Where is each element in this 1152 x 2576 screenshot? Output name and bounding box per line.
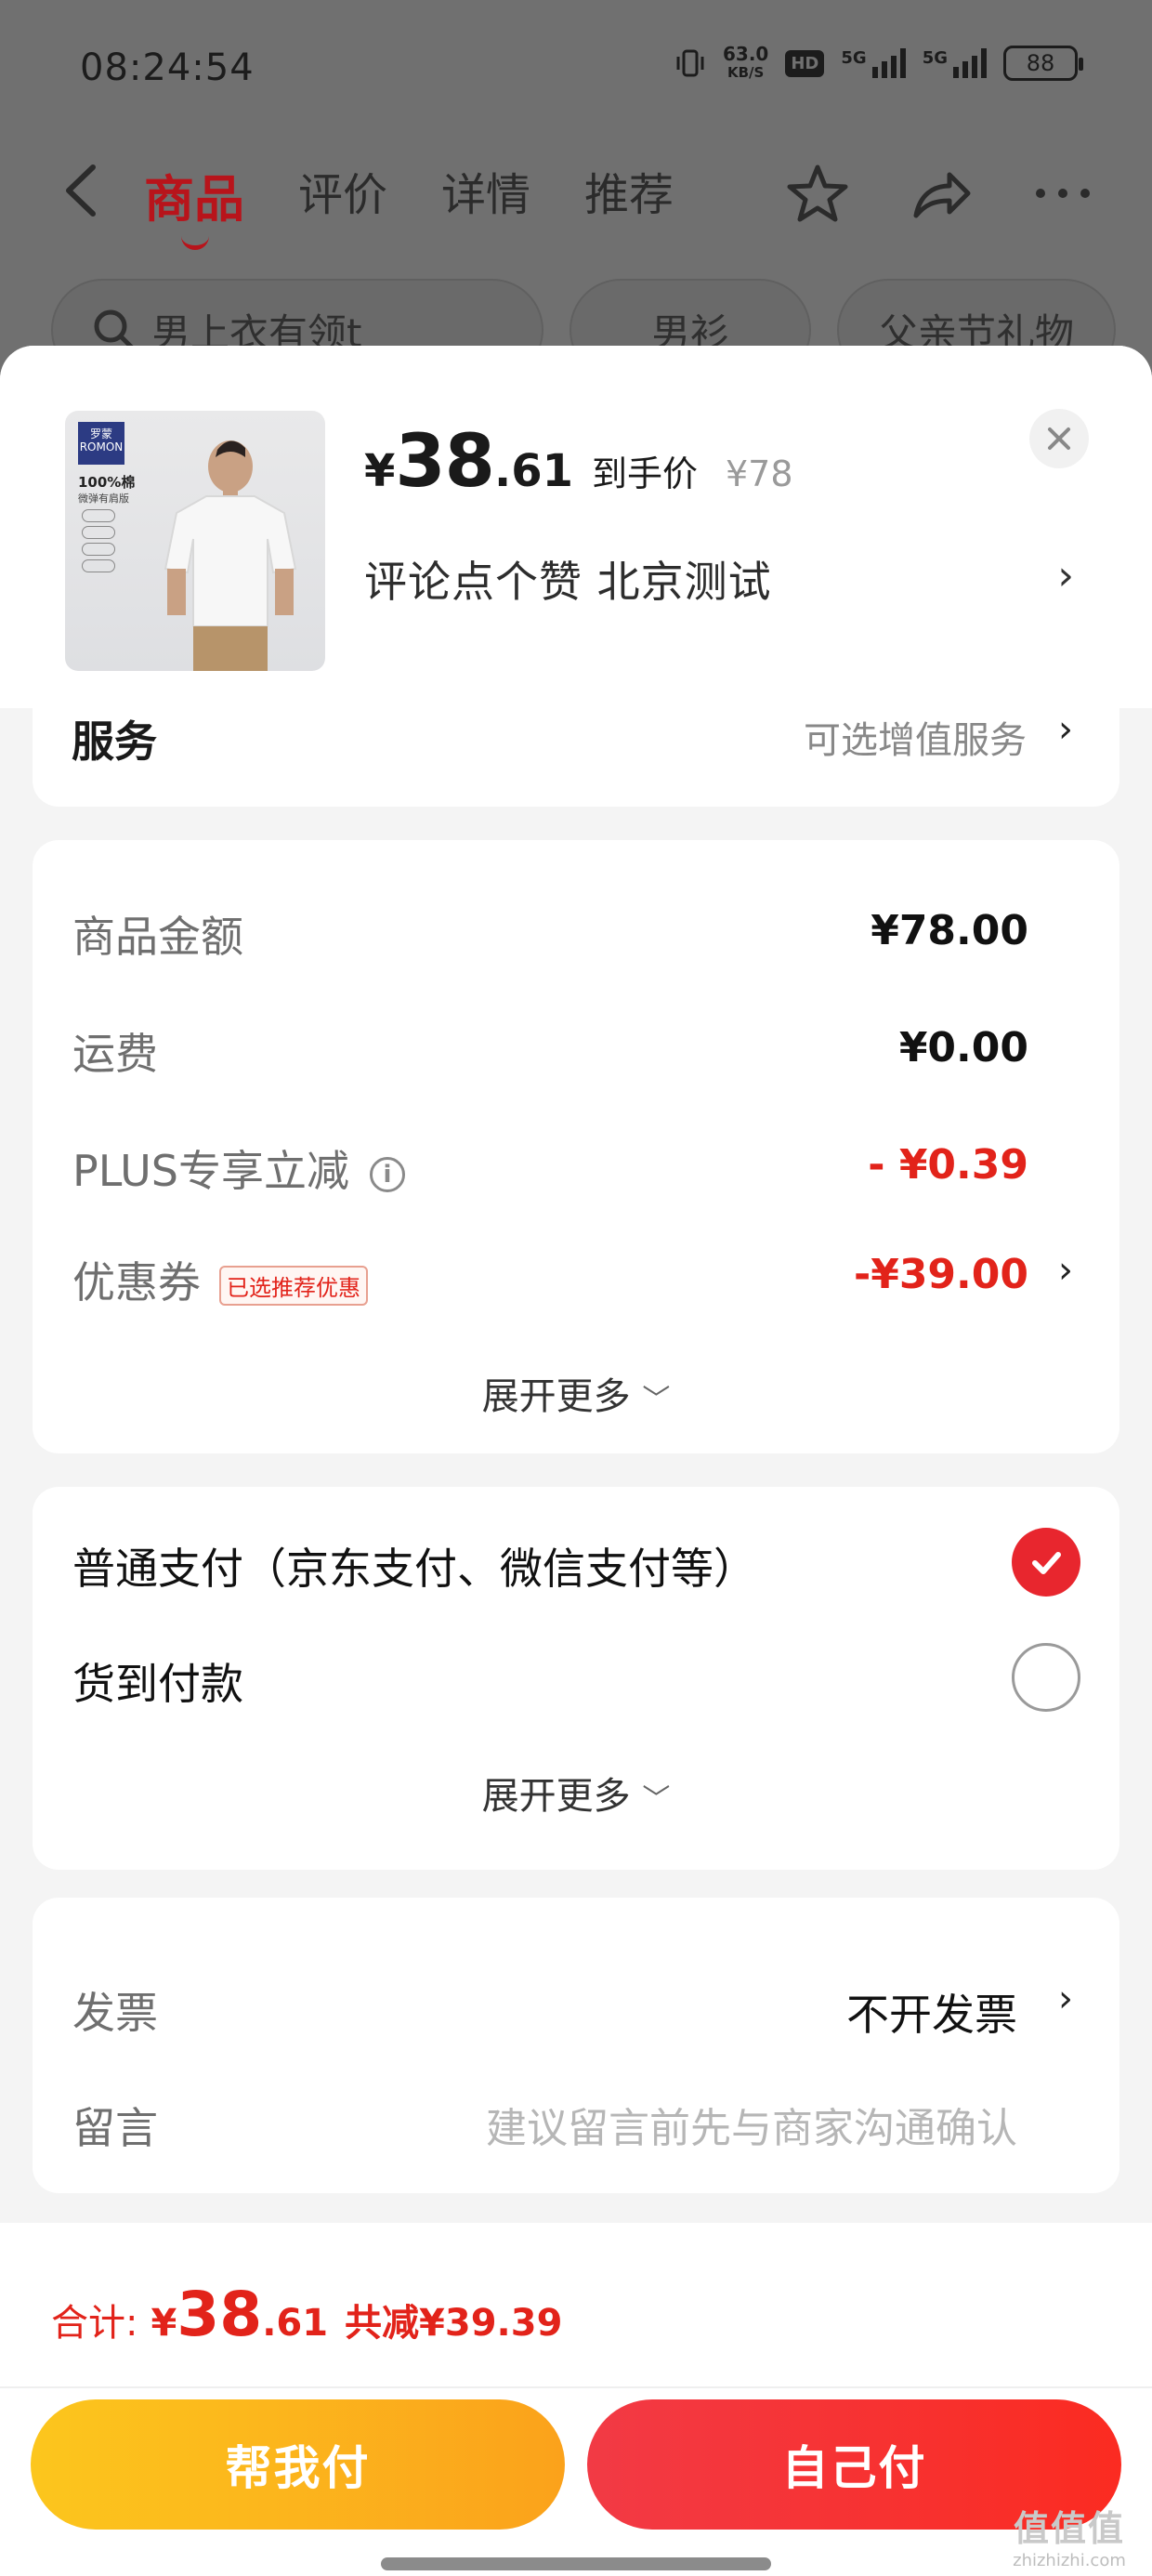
nav-actions <box>784 160 1096 227</box>
total-currency: ¥ <box>151 2302 177 2345</box>
coupon-value[interactable]: -¥39.00 <box>854 1251 1028 1298</box>
total-label: 合计: <box>51 2302 138 2345</box>
info-icon[interactable]: i <box>369 1156 405 1192</box>
chevron-right-icon[interactable]: › <box>1058 1249 1073 1292</box>
net-speed: 63.0 KB/S <box>723 43 769 81</box>
check-icon <box>1032 1552 1061 1574</box>
brand-logo: 罗蒙 ROMON <box>78 422 124 465</box>
product-image[interactable]: 罗蒙 ROMON 100%棉 微弹有肩版 <box>65 411 325 671</box>
chevron-down-icon: ﹀ <box>642 1783 671 1816</box>
invoice-label: 发票 <box>72 1988 158 2038</box>
tab-recommend[interactable]: 推荐 <box>584 158 674 231</box>
signal-icon-2: 5G <box>923 48 987 78</box>
price-tag: 到手价 <box>591 453 698 494</box>
price-currency: ¥ <box>364 445 396 497</box>
total-savings: 共减¥39.39 <box>345 2302 563 2345</box>
expand-more-payment[interactable]: 展开更多 ﹀ <box>33 1766 1119 1820</box>
close-button[interactable] <box>1029 409 1089 468</box>
invoice-card: 发票 不开发票 › 留言 建议留言前先与商家沟通确认 <box>33 1898 1119 2193</box>
total-line: 合计: ¥ 38 .61 共减¥39.39 <box>51 2279 562 2350</box>
chevron-right-icon[interactable]: › <box>1058 1978 1073 2020</box>
product-header: 罗蒙 ROMON 100%棉 微弹有肩版 ¥ 38 .61 到手价 ¥78 评论… <box>0 346 1152 708</box>
hd-badge: HD <box>785 49 825 77</box>
total-decimal: .61 <box>262 2302 329 2345</box>
watermark: 值值值 zhizhizhi.com <box>1013 2508 1126 2570</box>
price-decimal: .61 <box>493 445 573 497</box>
goods-amount-value: ¥78.00 <box>871 907 1028 954</box>
image-cotton-text: 100%棉 <box>78 474 136 491</box>
status-time: 08:24:54 <box>80 46 255 89</box>
chevron-right-icon: › <box>1058 708 1073 751</box>
coupon-label[interactable]: 优惠券 已选推荐优惠 <box>72 1249 368 1310</box>
chevron-right-icon[interactable]: › <box>1057 552 1074 599</box>
pay-option-cod[interactable]: 货到付款 <box>72 1650 243 1712</box>
goods-amount-label: 商品金额 <box>72 912 243 962</box>
nav-tabs: 商品 评价 详情 推荐 <box>144 158 674 250</box>
checkout-sheet: 罗蒙 ROMON 100%棉 微弹有肩版 ¥ 38 .61 到手价 ¥78 评论… <box>0 346 1152 2576</box>
service-value: 可选增值服务 <box>804 719 1027 762</box>
price-line: ¥ 38 .61 到手价 ¥78 <box>364 420 793 504</box>
image-sub-text: 微弹有肩版 <box>78 493 129 505</box>
coupon-badge: 已选推荐优惠 <box>219 1266 368 1306</box>
status-icons: 63.0 KB/S HD 5G 5G 88 <box>674 43 1083 82</box>
bottom-bar: 合计: ¥ 38 .61 共减¥39.39 帮我付 自己付 <box>0 2223 1152 2576</box>
tab-reviews[interactable]: 评价 <box>298 158 387 231</box>
promo-text[interactable]: 评论点个赞 北京测试 <box>364 548 772 610</box>
status-bar: 08:24:54 63.0 KB/S HD 5G 5G 88 <box>0 0 1152 130</box>
amount-card: 商品金额 ¥78.00 运费 ¥0.00 PLUS专享立减 i - ¥0.39 优… <box>33 840 1119 1453</box>
note-label: 留言 <box>72 2103 158 2153</box>
invoice-value[interactable]: 不开发票 <box>846 1981 1017 2043</box>
radio-empty-icon[interactable] <box>1012 1643 1080 1712</box>
expand-more-amounts[interactable]: 展开更多 ﹀ <box>33 1366 1119 1420</box>
nav-bar: 商品 评价 详情 推荐 <box>0 139 1152 250</box>
signal-icon: 5G <box>841 48 906 78</box>
home-indicator[interactable] <box>381 2557 771 2570</box>
shipping-label: 运费 <box>72 1029 158 1079</box>
price-integer: 38 <box>395 420 495 504</box>
note-input[interactable]: 建议留言前先与商家沟通确认 <box>486 2095 1017 2154</box>
service-title: 服务 <box>72 716 157 767</box>
vibrate-icon <box>676 49 704 77</box>
image-tags <box>82 509 115 572</box>
divider <box>0 2386 1152 2388</box>
plus-discount-value: - ¥0.39 <box>868 1141 1028 1189</box>
help-me-pay-button[interactable]: 帮我付 <box>31 2399 565 2530</box>
service-card[interactable]: 服务 可选增值服务 › <box>33 708 1119 807</box>
tab-details[interactable]: 详情 <box>441 158 530 231</box>
close-icon <box>1048 427 1070 450</box>
payment-card: 普通支付（京东支付、微信支付等） 货到付款 展开更多 ﹀ <box>33 1487 1119 1870</box>
more-icon[interactable] <box>1029 160 1096 227</box>
tab-product[interactable]: 商品 <box>144 158 244 250</box>
total-integer: 38 <box>177 2279 263 2350</box>
back-arrow-icon[interactable] <box>56 158 111 223</box>
radio-checked-icon[interactable] <box>1012 1528 1080 1597</box>
pay-option-normal[interactable]: 普通支付（京东支付、微信支付等） <box>72 1535 756 1597</box>
original-price: ¥78 <box>726 453 793 494</box>
chevron-down-icon: ﹀ <box>642 1384 671 1416</box>
model-figure <box>164 440 297 671</box>
star-icon[interactable] <box>784 160 851 227</box>
battery-icon: 88 <box>1003 46 1083 81</box>
shipping-value: ¥0.00 <box>898 1024 1028 1071</box>
share-icon[interactable] <box>907 160 974 227</box>
plus-discount-label: PLUS专享立减 i <box>72 1137 405 1199</box>
background-page: 08:24:54 63.0 KB/S HD 5G 5G 88 商品 评价 详情 … <box>0 0 1152 390</box>
